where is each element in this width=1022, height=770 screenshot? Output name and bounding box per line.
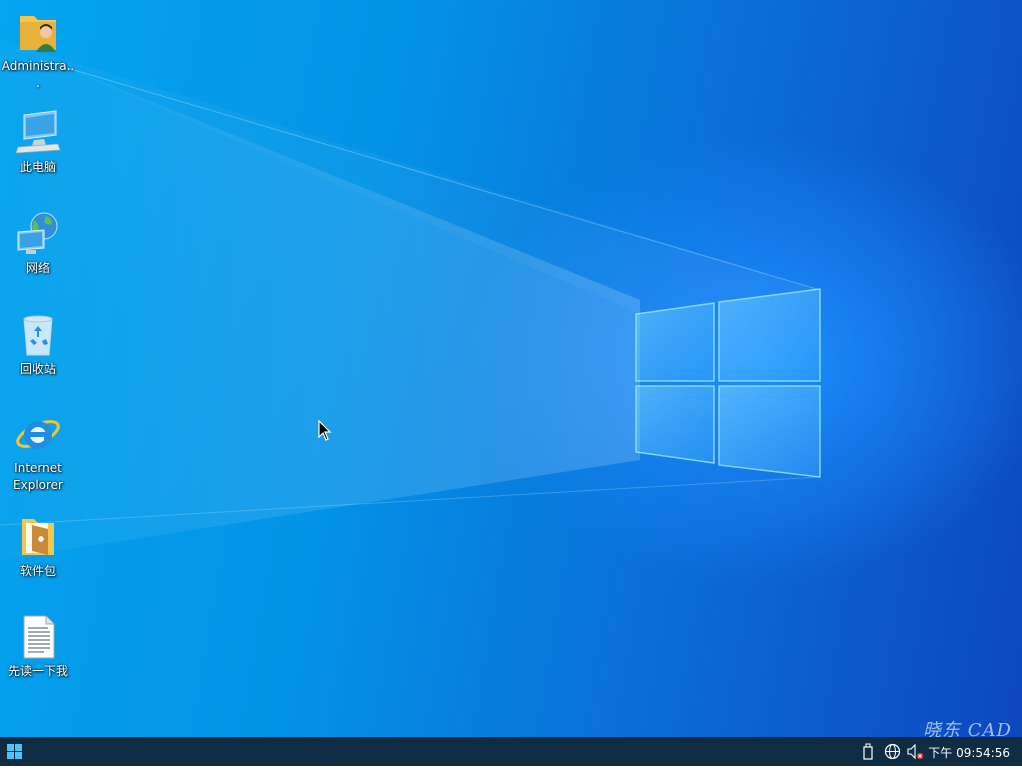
network-icon	[17, 212, 58, 254]
user-folder-icon	[20, 16, 56, 52]
desktop-icon-label: Administra...	[1, 59, 75, 90]
desktop[interactable]: Administra... 此电脑 网络 回收站 Internet Explor…	[0, 0, 1022, 737]
folder-icon	[22, 519, 54, 555]
desktop-icon-label: 网络	[25, 261, 50, 275]
desktop-icon-user-folder[interactable]: Administra...	[1, 8, 75, 92]
usb-drive-icon[interactable]	[862, 743, 874, 760]
desktop-icon-label: 回收站	[19, 362, 56, 376]
text-document-icon	[23, 615, 55, 659]
computer-icon	[15, 110, 61, 154]
desktop-icon-label: 软件包	[19, 564, 56, 578]
internet-explorer-icon	[16, 420, 60, 449]
desktop-icon-network[interactable]: 网络	[1, 210, 75, 277]
taskbar: 下午 09:54:56	[0, 737, 1022, 766]
start-button[interactable]	[0, 737, 34, 766]
recycle-bin-icon	[23, 315, 53, 356]
taskbar-clock[interactable]: 下午 09:54:56	[928, 744, 1010, 761]
volume-muted-icon[interactable]	[907, 743, 925, 760]
desktop-icon-readme[interactable]: 先读一下我	[1, 613, 75, 680]
desktop-icon-software-folder[interactable]: 软件包	[1, 513, 75, 580]
desktop-icon-label: 先读一下我	[7, 664, 68, 678]
desktop-icon-this-pc[interactable]: 此电脑	[1, 109, 75, 176]
windows-logo	[635, 288, 821, 478]
network-globe-icon[interactable]	[884, 743, 901, 760]
windows-start-icon	[7, 744, 22, 759]
desktop-icon-internet-explorer[interactable]: Internet Explorer	[1, 410, 75, 494]
mouse-pointer-icon	[318, 420, 332, 441]
desktop-icon-label: Internet Explorer	[13, 461, 63, 492]
wallpaper-beams	[0, 40, 821, 560]
desktop-icon-label: 此电脑	[19, 160, 56, 174]
desktop-icon-recycle-bin[interactable]: 回收站	[1, 311, 75, 378]
